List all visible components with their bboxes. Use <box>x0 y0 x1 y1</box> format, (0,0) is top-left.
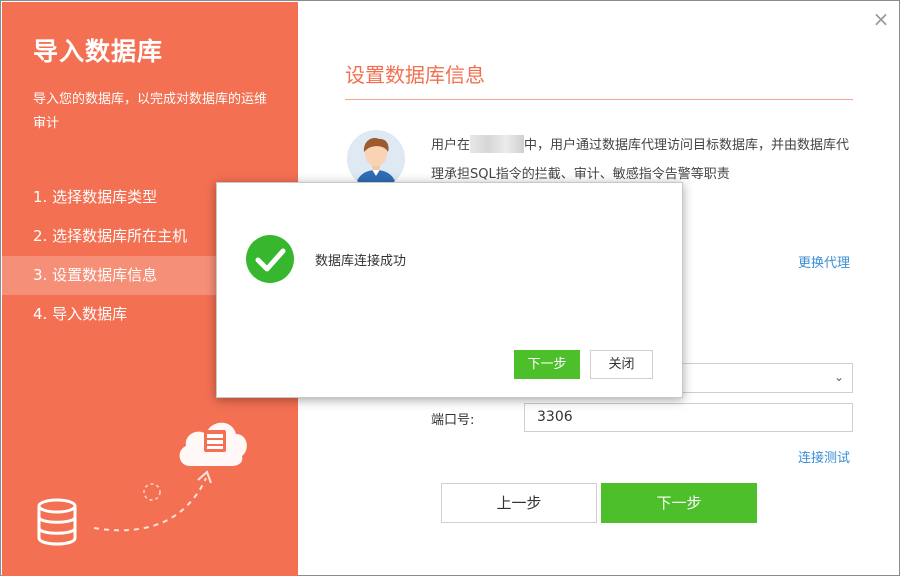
title-divider <box>345 99 853 100</box>
sidebar-title: 导入数据库 <box>33 37 164 66</box>
close-window-icon[interactable]: × <box>871 9 891 29</box>
import-database-window: 导入数据库 导入您的数据库，以完成对数据库的运维审计 1. 选择数据库类型 2.… <box>0 0 900 576</box>
dialog-message: 数据库连接成功 <box>315 254 407 269</box>
change-proxy-link[interactable]: 更换代理 <box>798 252 850 271</box>
cloud-icon <box>179 422 247 466</box>
page-title: 设置数据库信息 <box>345 63 485 87</box>
user-avatar-icon <box>347 130 405 188</box>
chevron-down-icon: ⌄ <box>833 370 844 384</box>
dialog-next-button[interactable]: 下一步 <box>514 350 580 379</box>
test-connection-link[interactable]: 连接测试 <box>798 447 850 466</box>
port-input[interactable]: 3306 <box>524 403 853 432</box>
previous-step-button[interactable]: 上一步 <box>441 483 597 523</box>
database-icon <box>37 498 77 546</box>
port-label: 端口号: <box>431 413 475 428</box>
dialog-close-button[interactable]: 关闭 <box>590 350 653 379</box>
intro-text-before: 用户在 <box>431 138 471 153</box>
dashed-arrow-icon <box>93 470 212 532</box>
sidebar-description: 导入您的数据库，以完成对数据库的运维审计 <box>33 92 268 131</box>
next-step-button[interactable]: 下一步 <box>601 483 757 523</box>
redacted-proxy-name <box>470 135 525 153</box>
success-check-icon <box>246 235 294 283</box>
user-avatar <box>347 130 405 188</box>
intro-text: 用户在 中，用户通过数据库代理访问目标数据库，并由数据库代理承担SQL指令的拦截、… <box>431 131 861 189</box>
connection-success-dialog: 数据库连接成功 下一步 关闭 <box>216 182 683 398</box>
